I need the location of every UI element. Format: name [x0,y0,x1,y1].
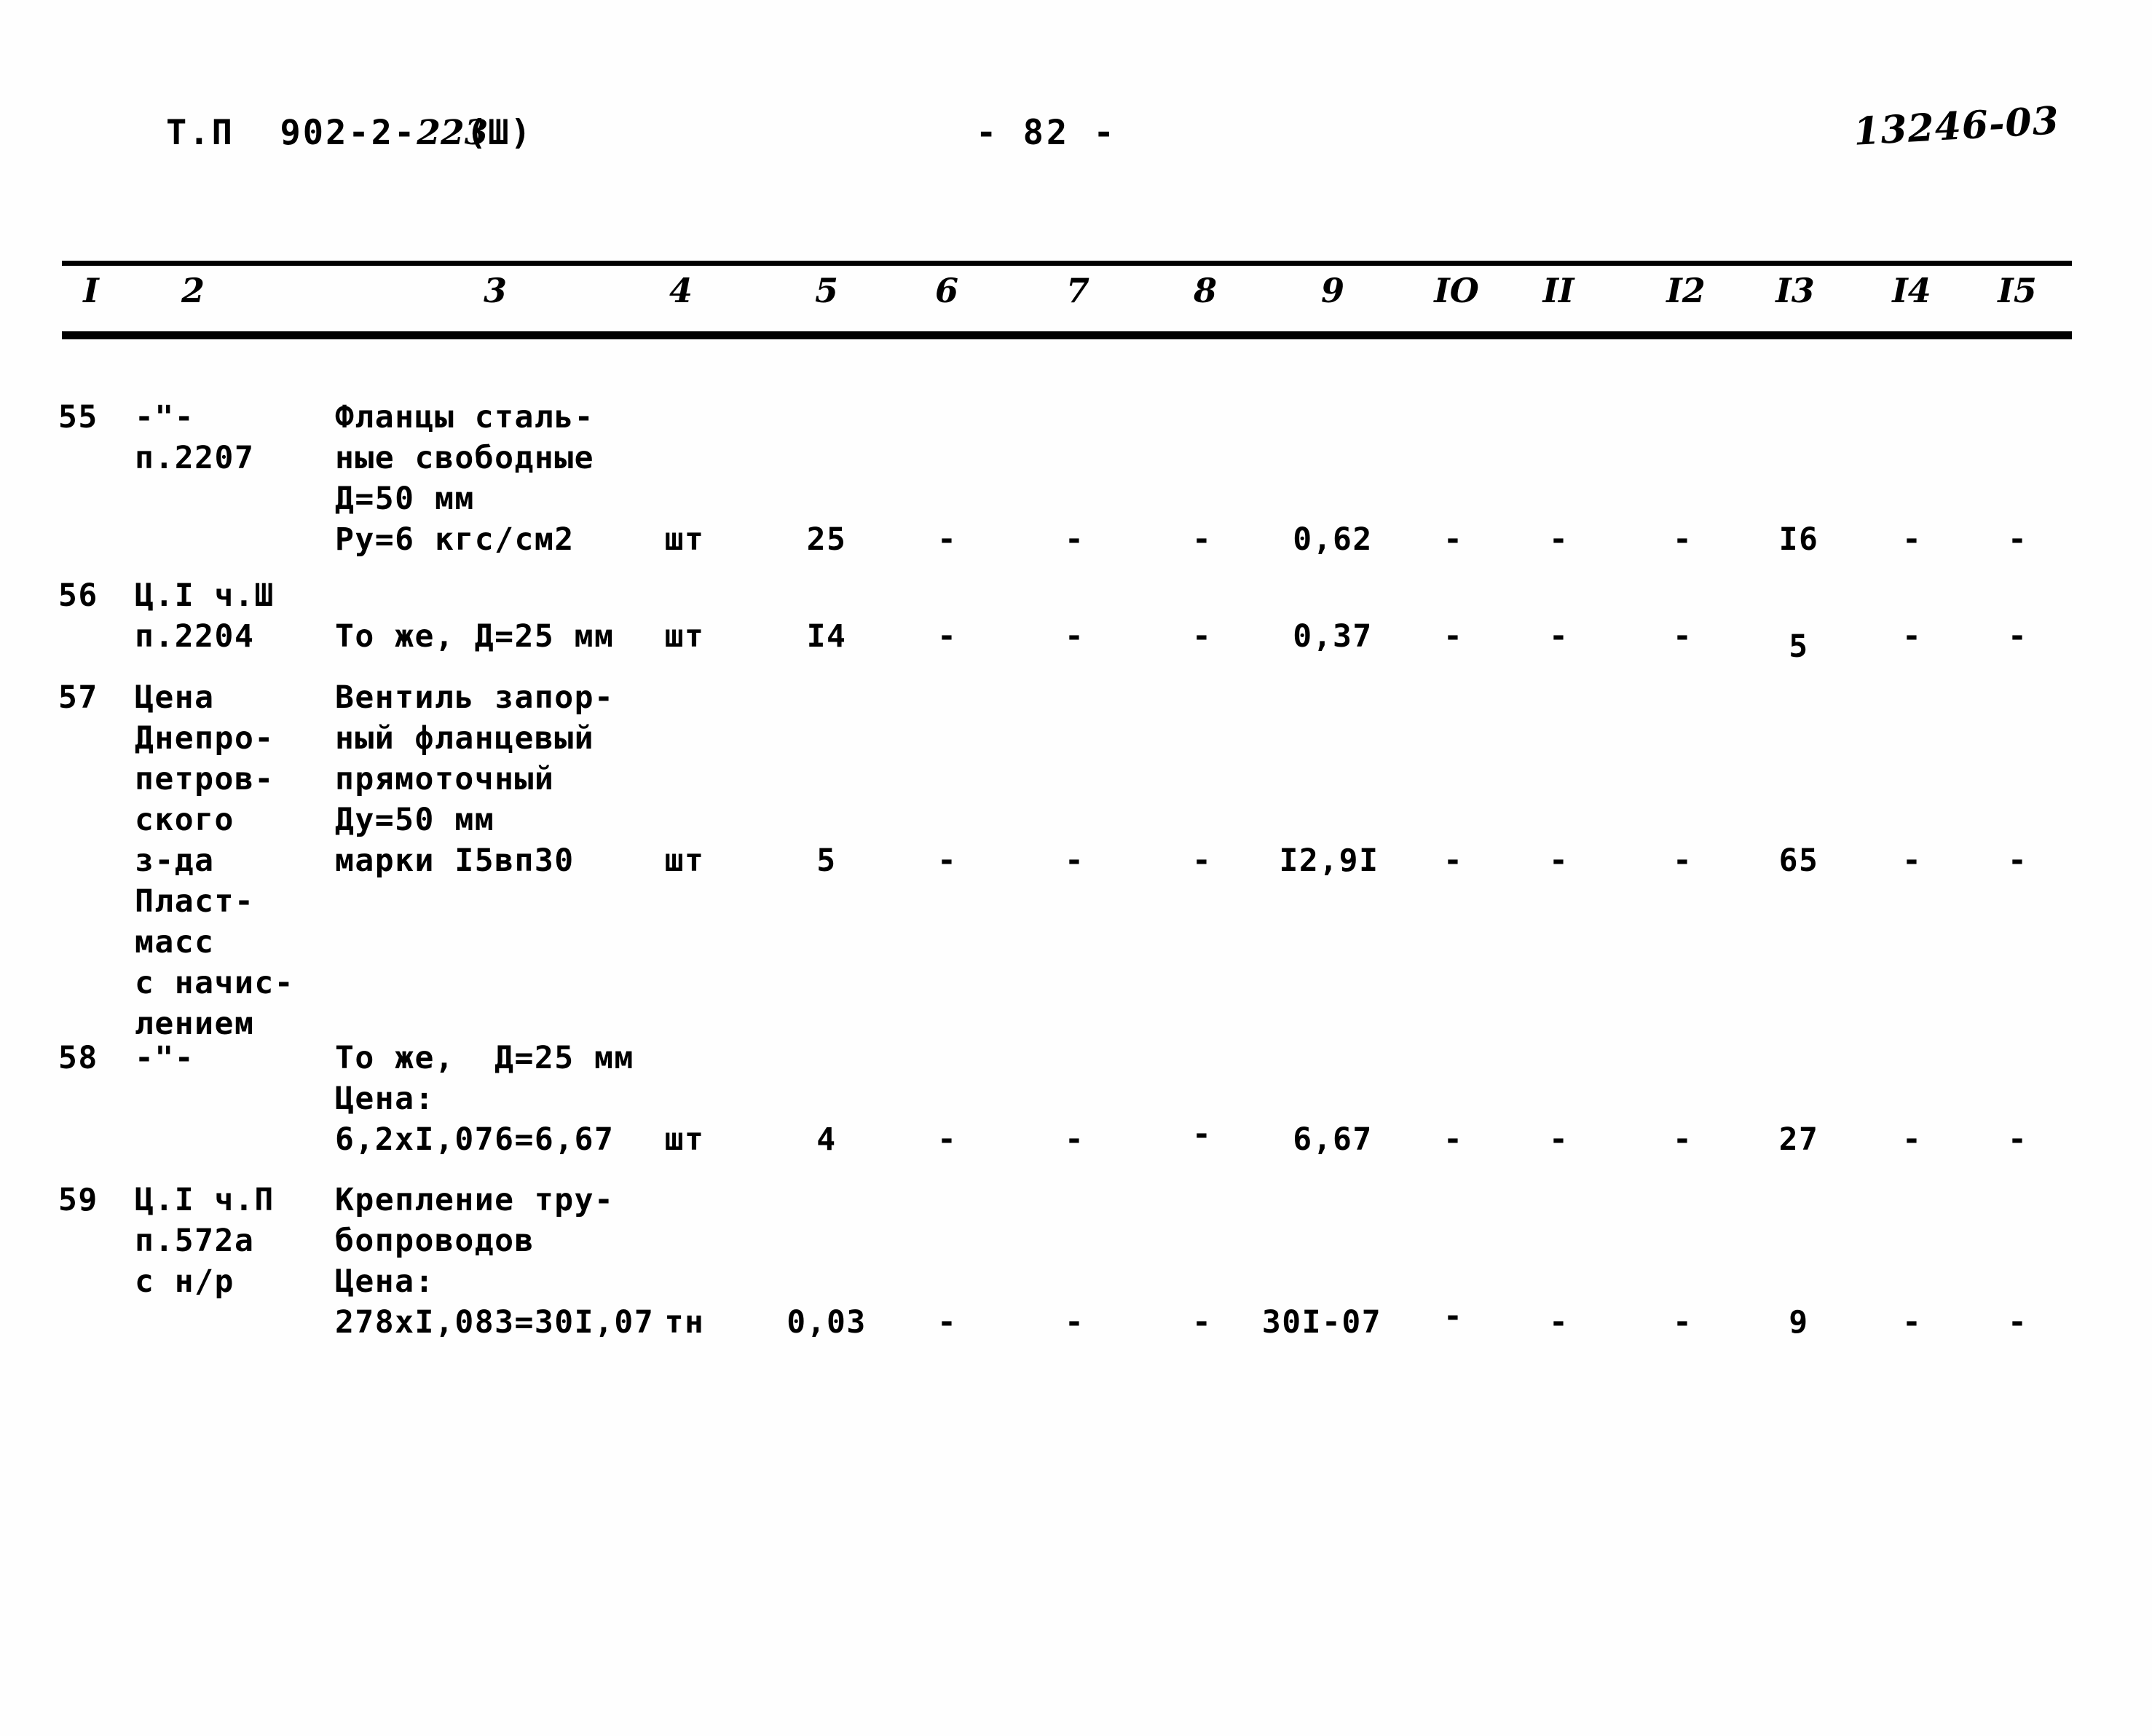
row-price: 0,62 [1293,521,1373,558]
row-unit: тн [664,1304,705,1341]
row-col10: - [1443,1298,1462,1335]
row-index: 56 [58,577,98,614]
row-col15: - [2008,521,2027,558]
row-col11: - [1549,843,1568,879]
row-col12: - [1673,1121,1692,1158]
row-col7: - [1065,843,1084,879]
row-qty: 25 [806,521,847,558]
row-col12: - [1673,843,1692,879]
row-col8: - [1192,521,1211,558]
row-total: 5 [1789,628,1809,665]
row-qty: 5 [816,843,837,879]
row-col6: - [937,1304,956,1341]
row-description: Фланцы сталь- ные свободные Д=50 мм Ру=6… [335,399,595,558]
row-unit: шт [664,521,705,558]
row-unit: шт [664,1121,705,1158]
row-col8: - [1192,1116,1211,1153]
row-col14: - [1902,618,1921,655]
row-col8: - [1192,1304,1211,1341]
row-price: I2,9I [1279,843,1379,879]
row-index: 58 [58,1040,98,1076]
row-total: 9 [1789,1304,1809,1341]
row-col11: - [1549,1121,1568,1158]
row-qty: 0,03 [787,1304,867,1341]
row-col15: - [2008,843,2027,879]
row-col10: - [1443,521,1462,558]
row-description: То же, Д=25 мм Цена: 6,2хI,076=6,67 [335,1040,634,1158]
row-price: 0,37 [1293,618,1373,655]
row-index: 57 [58,679,98,716]
row-col14: - [1902,521,1921,558]
row-col11: - [1549,618,1568,655]
row-col12: - [1673,521,1692,558]
row-col10: - [1443,618,1462,655]
document-page: Т.П 902-2-223 (Ш) - 82 - 13246-03 I 2 3 … [0,0,2152,1736]
row-unit: шт [664,618,705,655]
row-description: Крепление тру- бопроводов Цена: 278хI,08… [335,1182,655,1341]
row-qty: I4 [806,618,847,655]
row-col8: - [1192,618,1211,655]
row-price: 6,67 [1293,1121,1373,1158]
row-col6: - [937,521,956,558]
row-qty: 4 [816,1121,837,1158]
row-total: I6 [1778,521,1819,558]
row-col10: - [1443,843,1462,879]
row-col11: - [1549,521,1568,558]
row-col6: - [937,843,956,879]
row-col7: - [1065,1121,1084,1158]
row-reference: -"- [135,1040,195,1076]
row-reference: Ц.I ч.Ш п.2204 [135,577,275,655]
row-unit: шт [664,843,705,879]
row-reference: -"- п.2207 [135,399,255,476]
row-total: 27 [1778,1121,1819,1158]
row-col6: - [937,618,956,655]
row-reference: Ц.I ч.П п.572а с н/р [135,1182,275,1300]
row-col15: - [2008,618,2027,655]
row-description: То же, Д=25 мм [335,618,615,655]
row-col14: - [1902,1121,1921,1158]
row-reference: Цена Днепро- петров- ского з-да Пласт- м… [135,679,295,1042]
row-index: 55 [58,399,98,435]
row-col7: - [1065,521,1084,558]
row-col8: - [1192,843,1211,879]
row-col7: - [1065,1304,1084,1341]
row-total: 65 [1778,843,1819,879]
row-col11: - [1549,1304,1568,1341]
row-col10: - [1443,1121,1462,1158]
row-col12: - [1673,1304,1692,1341]
row-price: 30I-07 [1261,1304,1382,1341]
row-col12: - [1673,618,1692,655]
row-col14: - [1902,843,1921,879]
table-body: 55 -"- п.2207 Фланцы сталь- ные свободны… [0,0,2152,1736]
row-col15: - [2008,1304,2027,1341]
row-col14: - [1902,1304,1921,1341]
row-index: 59 [58,1182,98,1218]
row-col6: - [937,1121,956,1158]
row-col15: - [2008,1121,2027,1158]
row-description: Вентиль запор- ный фланцевый прямоточный… [335,679,615,879]
row-col7: - [1065,618,1084,655]
